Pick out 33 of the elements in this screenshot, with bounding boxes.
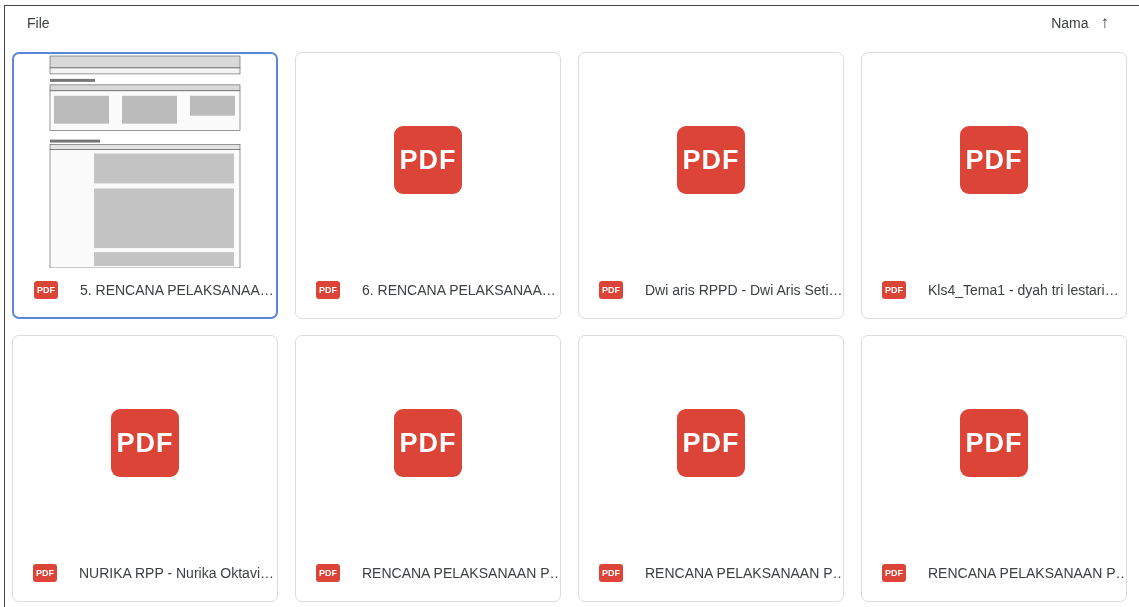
pdf-icon: PDF <box>960 126 1028 194</box>
section-title: File <box>27 15 50 31</box>
file-name: Kls4_Tema1 - dyah tri lestari… <box>928 281 1119 298</box>
file-name: Dwi aris RPPD - Dwi Aris Seti… <box>645 281 843 298</box>
pdf-icon: PDF <box>111 409 179 477</box>
file-card[interactable]: PDF PDF 6. RENCANA PELAKSANAA… <box>295 52 561 319</box>
file-card[interactable]: PDF PDF Dwi aris RPPD - Dwi Aris Seti… <box>578 52 844 319</box>
file-card[interactable]: PDF PDF NURIKA RPP - Nurika Oktavi… <box>12 335 278 602</box>
pdf-icon: PDF <box>394 409 462 477</box>
file-name: 6. RENCANA PELAKSANAA… <box>362 281 556 298</box>
file-name: RENCANA PELAKSANAAN P… <box>645 564 843 581</box>
file-card[interactable]: PDF PDF Kls4_Tema1 - dyah tri lestari… <box>861 52 1127 319</box>
file-name: RENCANA PELAKSANAAN P… <box>362 564 560 581</box>
pdf-icon: PDF <box>882 280 906 299</box>
file-card[interactable]: PDF 5. RENCANA PELAKSANAA… <box>12 52 278 319</box>
pdf-icon: PDF <box>677 126 745 194</box>
file-name: RENCANA PELAKSANAAN P… <box>928 564 1126 581</box>
pdf-icon: PDF <box>33 563 57 582</box>
pdf-icon: PDF <box>599 563 623 582</box>
pdf-icon: PDF <box>677 409 745 477</box>
file-card[interactable]: PDF PDF RENCANA PELAKSANAAN P… <box>295 335 561 602</box>
file-name: NURIKA RPP - Nurika Oktavi… <box>79 564 274 581</box>
file-card[interactable]: PDF PDF RENCANA PELAKSANAAN P… <box>578 335 844 602</box>
file-card[interactable]: PDF PDF RENCANA PELAKSANAAN P… <box>861 335 1127 602</box>
pdf-icon: PDF <box>599 280 623 299</box>
pdf-icon: PDF <box>34 280 58 299</box>
pdf-icon: PDF <box>882 563 906 582</box>
pdf-icon: PDF <box>394 126 462 194</box>
pdf-icon: PDF <box>960 409 1028 477</box>
sort-button[interactable]: Nama ↑ <box>1051 13 1109 33</box>
pdf-icon: PDF <box>316 563 340 582</box>
file-name: 5. RENCANA PELAKSANAA… <box>80 281 274 298</box>
pdf-icon: PDF <box>316 280 340 299</box>
